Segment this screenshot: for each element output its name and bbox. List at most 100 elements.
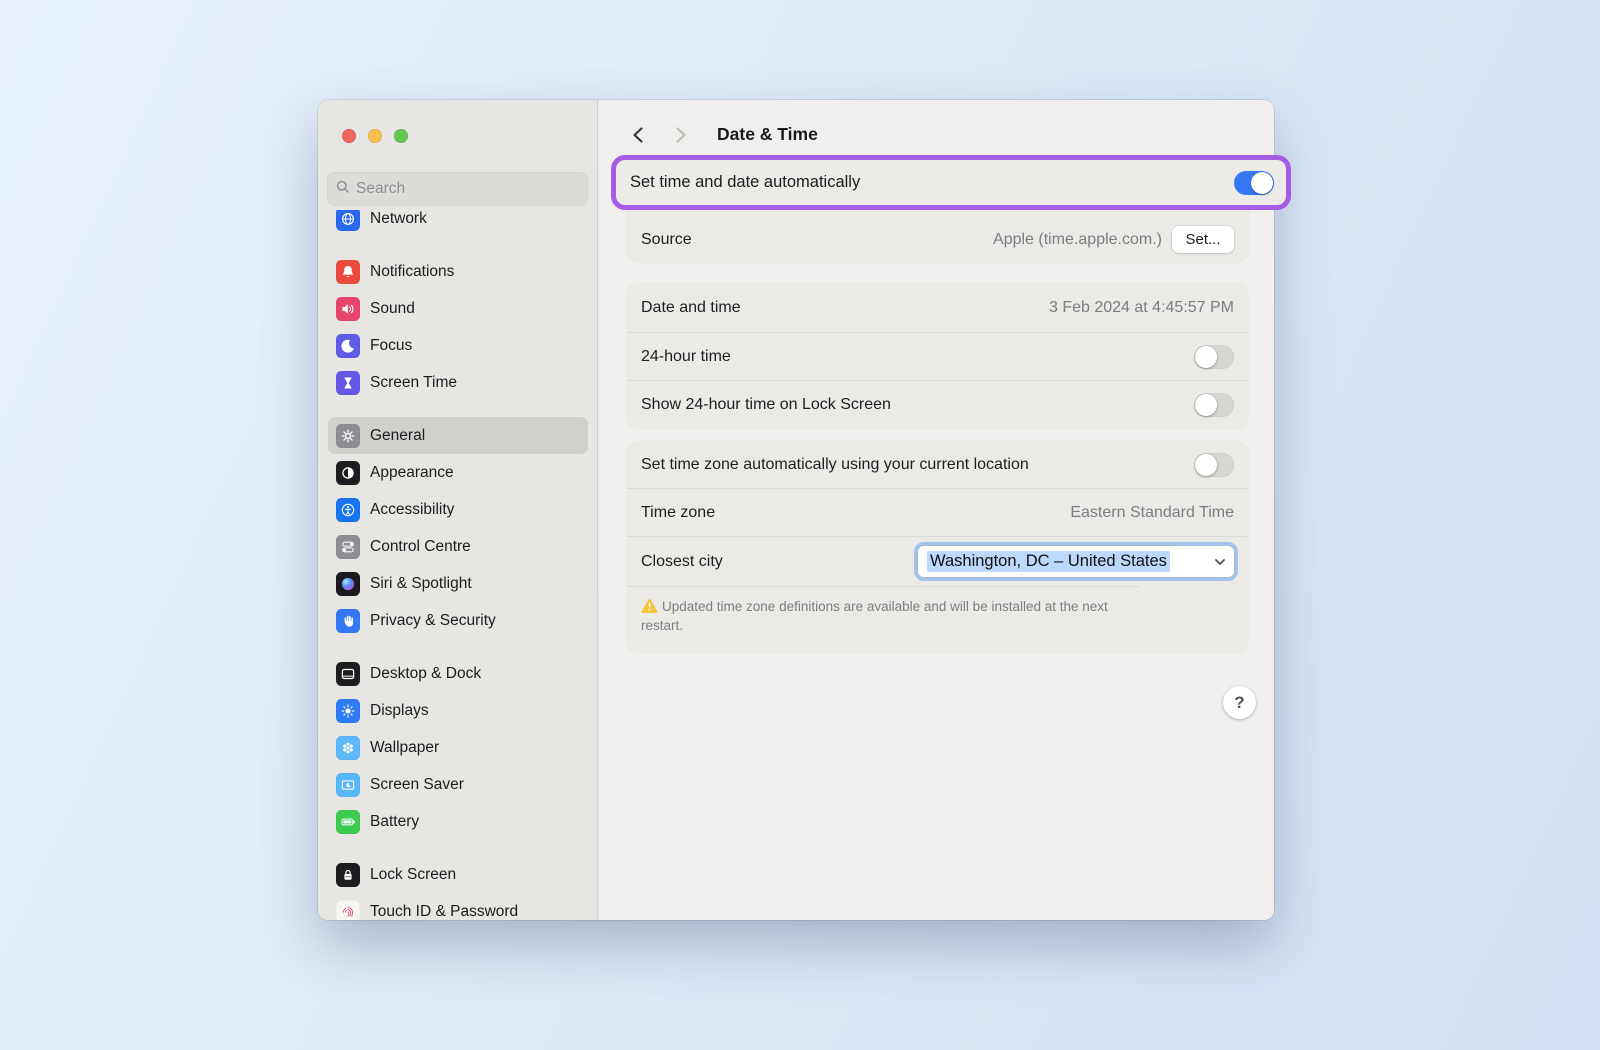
timezone-auto-label: Set time zone automatically using your c… bbox=[641, 456, 1029, 474]
sidebar-item-siri-spotlight[interactable]: Siri & Spotlight bbox=[328, 565, 588, 602]
sidebar-item-label: Screen Time bbox=[370, 374, 457, 392]
search-field[interactable] bbox=[327, 172, 588, 206]
back-button[interactable] bbox=[627, 122, 648, 151]
24-hour-lock-screen-row: Show 24-hour time on Lock Screen bbox=[627, 380, 1248, 428]
sidebar-item-label: Network bbox=[370, 210, 427, 228]
sidebar-item-sound[interactable]: Sound bbox=[328, 290, 588, 327]
speaker-icon bbox=[336, 297, 360, 321]
sidebar-item-label: Notifications bbox=[370, 263, 454, 281]
timezone-auto-toggle[interactable] bbox=[1194, 453, 1234, 477]
globe-icon bbox=[336, 210, 360, 231]
sidebar-item-label: Screen Saver bbox=[370, 776, 464, 794]
search-input[interactable] bbox=[356, 180, 580, 198]
close-button[interactable] bbox=[342, 129, 356, 143]
minimize-button[interactable] bbox=[368, 129, 382, 143]
sidebar-item-label: Sound bbox=[370, 300, 415, 318]
sidebar-item-appearance[interactable]: Appearance bbox=[328, 454, 588, 491]
sidebar-item-network[interactable]: Network bbox=[328, 210, 588, 237]
sidebar-item-label: Focus bbox=[370, 337, 412, 355]
source-row: Source Apple (time.apple.com.) Set... bbox=[627, 217, 1248, 262]
sidebar-list: Network Notifications Sound Focus bbox=[328, 210, 588, 920]
moon-icon bbox=[336, 334, 360, 358]
auto-datetime-label: Set time and date automatically bbox=[630, 173, 1234, 192]
sidebar-item-control-centre[interactable]: Control Centre bbox=[328, 528, 588, 565]
battery-icon bbox=[336, 810, 360, 834]
sidebar-item-screen-time[interactable]: Screen Time bbox=[328, 364, 588, 401]
sidebar-group-gap bbox=[328, 237, 588, 253]
sidebar-item-label: Battery bbox=[370, 813, 419, 831]
help-button[interactable]: ? bbox=[1223, 686, 1256, 719]
accessibility-icon bbox=[336, 498, 360, 522]
toggles-icon bbox=[336, 535, 360, 559]
highlight-annotation: Set time and date automatically bbox=[611, 155, 1291, 210]
source-value: Apple (time.apple.com.) bbox=[993, 231, 1162, 249]
24-hour-time-toggle[interactable] bbox=[1194, 345, 1234, 369]
sidebar-item-desktop-dock[interactable]: Desktop & Dock bbox=[328, 655, 588, 692]
sidebar-item-label: Appearance bbox=[370, 464, 454, 482]
sidebar-item-label: Displays bbox=[370, 702, 429, 720]
warning-message: Updated time zone definitions are availa… bbox=[627, 586, 1139, 635]
sidebar-item-battery[interactable]: Battery bbox=[328, 803, 588, 840]
auto-datetime-toggle[interactable] bbox=[1234, 171, 1274, 195]
content-pane: Date & Time Source Apple (time.apple.com… bbox=[599, 100, 1274, 920]
closest-city-dropdown[interactable]: Washington, DC – United States bbox=[918, 546, 1234, 577]
source-label: Source bbox=[641, 231, 692, 249]
sidebar-item-wallpaper[interactable]: Wallpaper bbox=[328, 729, 588, 766]
24-hour-lock-screen-toggle[interactable] bbox=[1194, 393, 1234, 417]
timezone-label: Time zone bbox=[641, 504, 715, 522]
sidebar-item-label: Desktop & Dock bbox=[370, 665, 481, 683]
sidebar-item-general[interactable]: General bbox=[328, 417, 588, 454]
timezone-value: Eastern Standard Time bbox=[1070, 504, 1234, 522]
forward-button[interactable] bbox=[671, 122, 692, 151]
sun-icon bbox=[336, 699, 360, 723]
chevron-down-icon bbox=[1213, 555, 1227, 573]
timezone-auto-row: Set time zone automatically using your c… bbox=[627, 442, 1248, 488]
closest-city-value: Washington, DC – United States bbox=[927, 551, 1170, 572]
24-hour-time-row: 24-hour time bbox=[627, 332, 1248, 380]
flower-icon bbox=[336, 736, 360, 760]
timezone-card: Set time zone automatically using your c… bbox=[627, 442, 1248, 652]
date-and-time-label: Date and time bbox=[641, 299, 741, 317]
titlebar-controls bbox=[342, 129, 408, 143]
system-settings-window: Network Notifications Sound Focus bbox=[318, 100, 1274, 920]
warning-text: Updated time zone definitions are availa… bbox=[641, 599, 1108, 633]
date-and-time-value: 3 Feb 2024 at 4:45:57 PM bbox=[1049, 299, 1234, 317]
desktop-background: Network Notifications Sound Focus bbox=[0, 0, 1600, 1050]
sidebar-item-privacy-security[interactable]: Privacy & Security bbox=[328, 602, 588, 639]
sidebar-group-gap bbox=[328, 401, 588, 417]
toggle-knob bbox=[1251, 172, 1273, 194]
lock-icon bbox=[336, 863, 360, 887]
search-icon bbox=[335, 179, 350, 199]
sidebar-item-label: Wallpaper bbox=[370, 739, 439, 757]
hand-icon bbox=[336, 609, 360, 633]
fingerprint-icon bbox=[336, 900, 360, 921]
sidebar-item-focus[interactable]: Focus bbox=[328, 327, 588, 364]
24-hour-time-label: 24-hour time bbox=[641, 348, 731, 366]
date-and-time-row: Date and time 3 Feb 2024 at 4:45:57 PM bbox=[627, 284, 1248, 332]
zoom-button[interactable] bbox=[394, 129, 408, 143]
toggle-knob bbox=[1195, 454, 1217, 476]
sidebar-group-gap bbox=[328, 639, 588, 655]
set-source-button[interactable]: Set... bbox=[1172, 226, 1234, 253]
datetime-card: Date and time 3 Feb 2024 at 4:45:57 PM 2… bbox=[627, 284, 1248, 428]
sidebar-item-label: Siri & Spotlight bbox=[370, 575, 472, 593]
sidebar-item-label: Touch ID & Password bbox=[370, 903, 518, 921]
24-hour-lock-screen-label: Show 24-hour time on Lock Screen bbox=[641, 396, 891, 414]
sidebar-item-touch-id-password[interactable]: Touch ID & Password bbox=[328, 893, 588, 920]
sidebar-item-lock-screen[interactable]: Lock Screen bbox=[328, 856, 588, 893]
dock-icon bbox=[336, 662, 360, 686]
sidebar-item-label: Privacy & Security bbox=[370, 612, 496, 630]
sidebar-item-screen-saver[interactable]: Screen Saver bbox=[328, 766, 588, 803]
closest-city-row: Closest city Washington, DC – United Sta… bbox=[627, 536, 1248, 586]
bell-icon bbox=[336, 260, 360, 284]
sidebar-item-label: Control Centre bbox=[370, 538, 471, 556]
sidebar-item-label: Lock Screen bbox=[370, 866, 456, 884]
gear-icon bbox=[336, 424, 360, 448]
toggle-knob bbox=[1195, 394, 1217, 416]
sidebar-item-accessibility[interactable]: Accessibility bbox=[328, 491, 588, 528]
sidebar-item-notifications[interactable]: Notifications bbox=[328, 253, 588, 290]
screensaver-icon bbox=[336, 773, 360, 797]
siri-icon bbox=[336, 572, 360, 596]
sidebar-item-displays[interactable]: Displays bbox=[328, 692, 588, 729]
appearance-icon bbox=[336, 461, 360, 485]
